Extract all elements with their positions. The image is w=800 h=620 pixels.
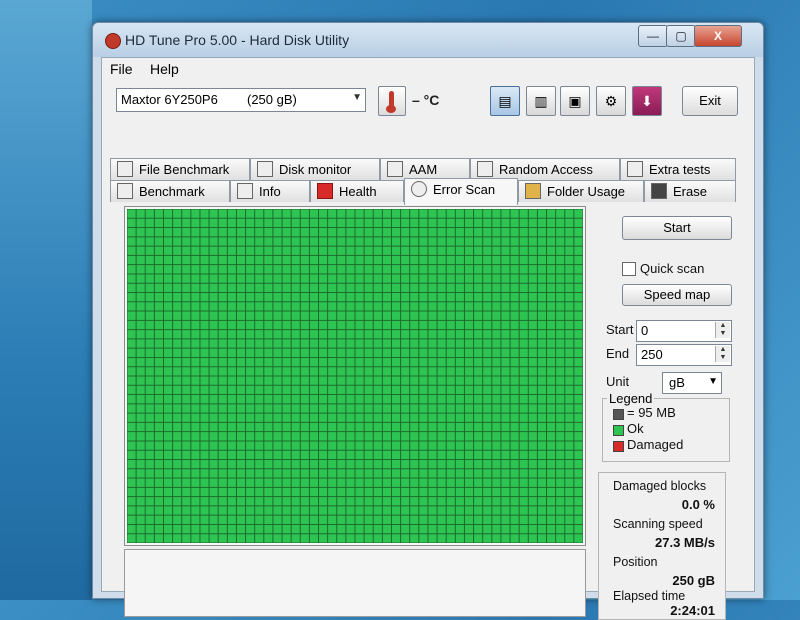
drive-size: (250 gB) — [247, 92, 297, 107]
exit-button[interactable]: Exit — [682, 86, 738, 116]
unit-select[interactable]: gB ▼ — [662, 372, 722, 394]
copy-text-icon[interactable]: ▥ — [526, 86, 556, 116]
unit-label: Unit — [606, 374, 630, 389]
tab-extra-tests[interactable]: Extra tests — [620, 158, 736, 180]
app-window: HD Tune Pro 5.00 - Hard Disk Utility — ▢… — [92, 22, 764, 620]
scan-block-map — [127, 209, 583, 543]
client-area: File Help Maxtor 6Y250P6 (250 gB) ▼ – °C… — [101, 57, 755, 620]
chevron-down-icon: ▼ — [352, 92, 362, 103]
hdtune-logo-icon — [105, 33, 121, 49]
trash-icon — [651, 183, 667, 199]
tab-benchmark[interactable]: Benchmark — [110, 180, 230, 202]
tab-label: Health — [339, 184, 377, 199]
window-title: HD Tune Pro 5.00 - Hard Disk Utility — [125, 32, 350, 48]
quick-scan-label: Quick scan — [640, 261, 705, 276]
start-value: 0 — [641, 323, 649, 338]
menu-help[interactable]: Help — [150, 61, 179, 77]
tab-label: Benchmark — [139, 184, 205, 199]
elapsed-time-label: Elapsed time — [613, 589, 686, 603]
minimize-button[interactable]: — — [638, 25, 668, 47]
health-icon — [317, 183, 333, 199]
random-access-icon — [477, 161, 493, 177]
end-value: 250 — [641, 347, 663, 362]
position-label: Position — [613, 555, 658, 569]
thermometer-bulb — [386, 105, 396, 113]
disk-monitor-icon — [257, 161, 273, 177]
spinner-arrows-icon[interactable]: ▲ ▼ — [715, 322, 730, 338]
damaged-blocks-value: 0.0 % — [681, 497, 715, 512]
damaged-blocks-label: Damaged blocks — [613, 479, 707, 493]
tab-label: Extra tests — [649, 162, 711, 177]
scanning-speed-label: Scanning speed — [613, 517, 703, 531]
tab-aam[interactable]: AAM — [380, 158, 470, 180]
tab-health[interactable]: Health — [310, 180, 404, 202]
menu-file[interactable]: File — [110, 61, 133, 77]
desktop-background — [0, 0, 92, 600]
drive-select[interactable]: Maxtor 6Y250P6 (250 gB) ▼ — [116, 88, 366, 112]
folder-icon — [525, 183, 541, 199]
tab-label: Disk monitor — [279, 162, 352, 177]
tab-label: Folder Usage — [547, 184, 626, 199]
tab-label: Info — [259, 184, 281, 199]
scanning-speed-value: 27.3 MB/s — [655, 535, 715, 550]
start-label: Start — [606, 322, 634, 337]
legend-box: Legend = 95 MB Ok Damaged — [602, 391, 730, 462]
maximize-button[interactable]: ▢ — [666, 25, 696, 47]
end-spinner[interactable]: 250 ▲ ▼ — [636, 344, 732, 366]
copy-info-icon[interactable]: ▤ — [490, 86, 520, 116]
legend-swatch-ok — [613, 425, 624, 436]
benchmark-icon — [117, 183, 133, 199]
tab-label: Erase — [673, 184, 707, 199]
chevron-down-icon: ▼ — [708, 376, 718, 387]
title-bar[interactable]: HD Tune Pro 5.00 - Hard Disk Utility — ▢… — [93, 23, 763, 57]
position-value: 250 gB — [672, 573, 715, 588]
magnifier-icon — [411, 181, 427, 197]
tab-label: AAM — [409, 162, 438, 177]
tab-error-scan[interactable]: Error Scan — [404, 178, 518, 205]
unit-value: gB — [669, 375, 685, 390]
legend-swatch-block — [613, 409, 624, 420]
close-button[interactable]: X — [694, 25, 742, 47]
scan-log-box — [124, 549, 586, 617]
tab-random-access[interactable]: Random Access — [470, 158, 620, 180]
download-icon[interactable]: ⬇ — [632, 86, 662, 116]
legend-damaged: Damaged — [627, 437, 684, 452]
options-icon[interactable]: ⚙ — [596, 86, 626, 116]
temperature-button[interactable] — [378, 86, 406, 116]
tab-folder-usage[interactable]: Folder Usage — [518, 180, 644, 202]
tab-erase[interactable]: Erase — [644, 180, 736, 202]
legend-block-size: = 95 MB — [627, 405, 676, 420]
drive-name: Maxtor 6Y250P6 — [121, 92, 218, 107]
end-label: End — [606, 346, 630, 361]
tab-label: Random Access — [499, 162, 593, 177]
file-benchmark-icon — [117, 161, 133, 177]
legend-title: Legend — [607, 391, 655, 406]
speed-map-button[interactable]: Speed map — [622, 284, 732, 306]
quick-scan-checkbox[interactable] — [622, 262, 636, 276]
legend-ok: Ok — [627, 421, 644, 436]
scan-statistics: Damaged blocks 0.0 % Scanning speed 27.3… — [598, 472, 726, 620]
tab-label: File Benchmark — [139, 162, 230, 177]
elapsed-time-value: 2:24:01 — [670, 603, 715, 618]
error-scan-grid — [124, 206, 586, 546]
info-icon — [237, 183, 253, 199]
save-icon[interactable]: ▣ — [560, 86, 590, 116]
menu-bar: File Help — [102, 58, 754, 80]
extra-tests-icon — [627, 161, 643, 177]
speaker-icon — [387, 161, 403, 177]
temperature-readout: – °C — [412, 92, 440, 108]
spinner-arrows-icon[interactable]: ▲ ▼ — [715, 346, 730, 362]
tab-disk-monitor[interactable]: Disk monitor — [250, 158, 380, 180]
tab-info[interactable]: Info — [230, 180, 310, 202]
tab-label: Error Scan — [433, 182, 496, 197]
legend-swatch-damaged — [613, 441, 624, 452]
tab-file-benchmark[interactable]: File Benchmark — [110, 158, 250, 180]
start-spinner[interactable]: 0 ▲ ▼ — [636, 320, 732, 342]
start-scan-button[interactable]: Start — [622, 216, 732, 240]
